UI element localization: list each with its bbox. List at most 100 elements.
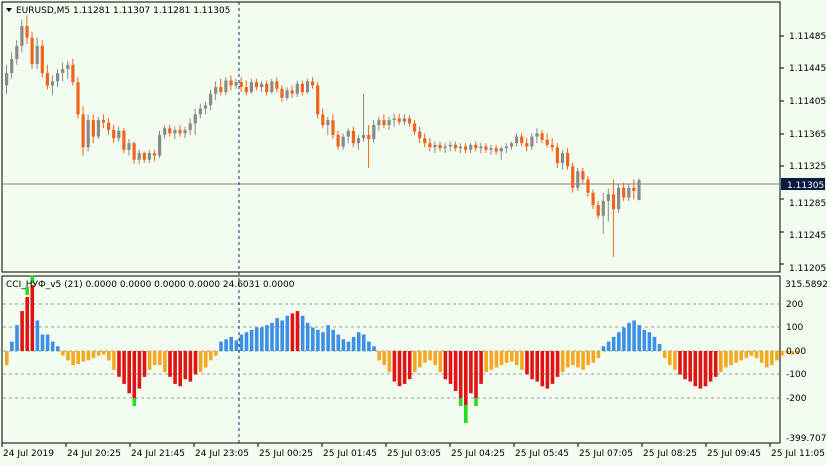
candle <box>617 184 621 213</box>
cci-bar <box>25 296 29 351</box>
cci-bar <box>254 327 259 351</box>
cci-bar <box>183 351 188 380</box>
candle-body <box>326 120 330 126</box>
cci-bar <box>270 322 274 351</box>
cci-bar <box>749 351 754 356</box>
cci-bar <box>377 351 381 361</box>
cci-bar <box>402 351 407 384</box>
cci-bar <box>122 351 126 384</box>
cci-bar <box>739 351 743 361</box>
candle-body <box>499 148 503 152</box>
candle-body <box>372 125 376 140</box>
cci-bar <box>606 341 611 351</box>
cci-bar <box>331 329 335 351</box>
candle-body <box>61 68 65 74</box>
price-tick-label: 1.11245 <box>789 231 826 241</box>
candle-body <box>617 187 621 210</box>
cci-bar <box>708 351 713 382</box>
price-tick-label: 1.11405 <box>789 97 826 107</box>
candle-body <box>479 146 483 149</box>
cci-bar <box>10 341 14 351</box>
cci-bar <box>499 351 504 366</box>
candle-body <box>341 136 345 147</box>
time-tick-label: 25 Jul 05:45 <box>515 449 569 459</box>
symbol-header: EURUSD,M5 1.11281 1.11307 1.11281 1.1130… <box>6 6 230 16</box>
cci-bar <box>326 325 330 351</box>
candle-body <box>316 85 320 115</box>
cci-bar <box>61 351 65 356</box>
time-tick-label: 24 Jul 2019 <box>3 449 54 459</box>
cci-bar <box>668 351 672 366</box>
cci-bar <box>5 351 9 366</box>
cci-bar <box>586 351 590 366</box>
candle-body <box>132 143 136 160</box>
candle-body <box>45 73 49 86</box>
cci-tick-label: 0.00 <box>786 347 806 357</box>
cci-bar <box>209 351 213 361</box>
candle-body <box>305 81 310 93</box>
cci-bar <box>147 351 152 370</box>
candle-body <box>494 148 498 152</box>
cci-bar <box>224 339 228 351</box>
candle-body <box>509 143 514 147</box>
candle-body <box>224 80 228 93</box>
cci-tick-label: -200 <box>786 394 807 404</box>
candle-body <box>35 45 39 65</box>
cci-bar <box>397 351 402 387</box>
cci-bar <box>474 351 478 398</box>
candle-body <box>219 87 223 93</box>
candle-body <box>504 146 508 149</box>
candle-body <box>576 171 580 188</box>
candle-body <box>622 187 626 198</box>
cci-bar <box>76 351 80 364</box>
cci-bar <box>693 351 698 387</box>
cci-bar <box>601 346 606 351</box>
candle-body <box>193 114 197 124</box>
candle-body <box>423 138 427 144</box>
cci-bar <box>40 334 45 351</box>
indicator-axis[interactable]: 315.5892 200 100 0.00 -100 -200 -399.707… <box>785 280 827 444</box>
cci-bar <box>137 351 142 389</box>
time-tick-label: 25 Jul 09:45 <box>707 449 761 459</box>
cci-bar <box>316 329 320 351</box>
price-axis[interactable]: 1.11485 1.11445 1.11405 1.11365 1.11325 … <box>780 32 826 274</box>
cci-bar <box>346 341 351 351</box>
candle-body <box>402 118 406 122</box>
cci-bar <box>300 315 305 351</box>
time-axis[interactable]: 24 Jul 2019 24 Jul 20:25 24 Jul 21:45 24… <box>1 443 825 459</box>
candle-body <box>550 144 554 148</box>
cci-bar <box>96 351 101 356</box>
candle-body <box>173 129 177 134</box>
cci-min-label: -399.7078 <box>786 434 827 444</box>
cci-bar <box>734 351 738 363</box>
cci-bar <box>163 351 167 373</box>
price-tick-label: 1.11485 <box>789 32 826 42</box>
candle-body <box>453 144 457 149</box>
candle-body <box>127 143 131 150</box>
candle-body <box>300 83 304 93</box>
cci-bar <box>193 351 198 375</box>
candle-body <box>290 90 294 94</box>
candle-body <box>560 153 565 163</box>
candle-body <box>469 144 473 150</box>
cci-bar <box>244 332 249 351</box>
candle-body <box>163 128 167 135</box>
candle-body <box>336 134 340 147</box>
cci-bar <box>305 322 310 351</box>
cci-bar <box>448 351 453 384</box>
time-tick-label: 24 Jul 23:05 <box>195 449 249 459</box>
time-tick-label: 25 Jul 04:25 <box>451 449 505 459</box>
chart-window[interactable]: EURUSD,M5 1.11281 1.11307 1.11281 1.1130… <box>0 0 827 465</box>
cci-bar <box>683 351 687 380</box>
candle-body <box>586 179 590 193</box>
cci-bar <box>107 351 111 361</box>
candle-body <box>66 64 70 69</box>
cci-bar <box>484 351 488 373</box>
candle-body <box>188 123 192 130</box>
candle-body <box>91 120 95 137</box>
candle-body <box>5 73 9 86</box>
cci-bar <box>341 339 346 351</box>
candle-body <box>30 37 34 65</box>
cci-bar <box>45 334 50 351</box>
cci-bar <box>152 351 157 366</box>
